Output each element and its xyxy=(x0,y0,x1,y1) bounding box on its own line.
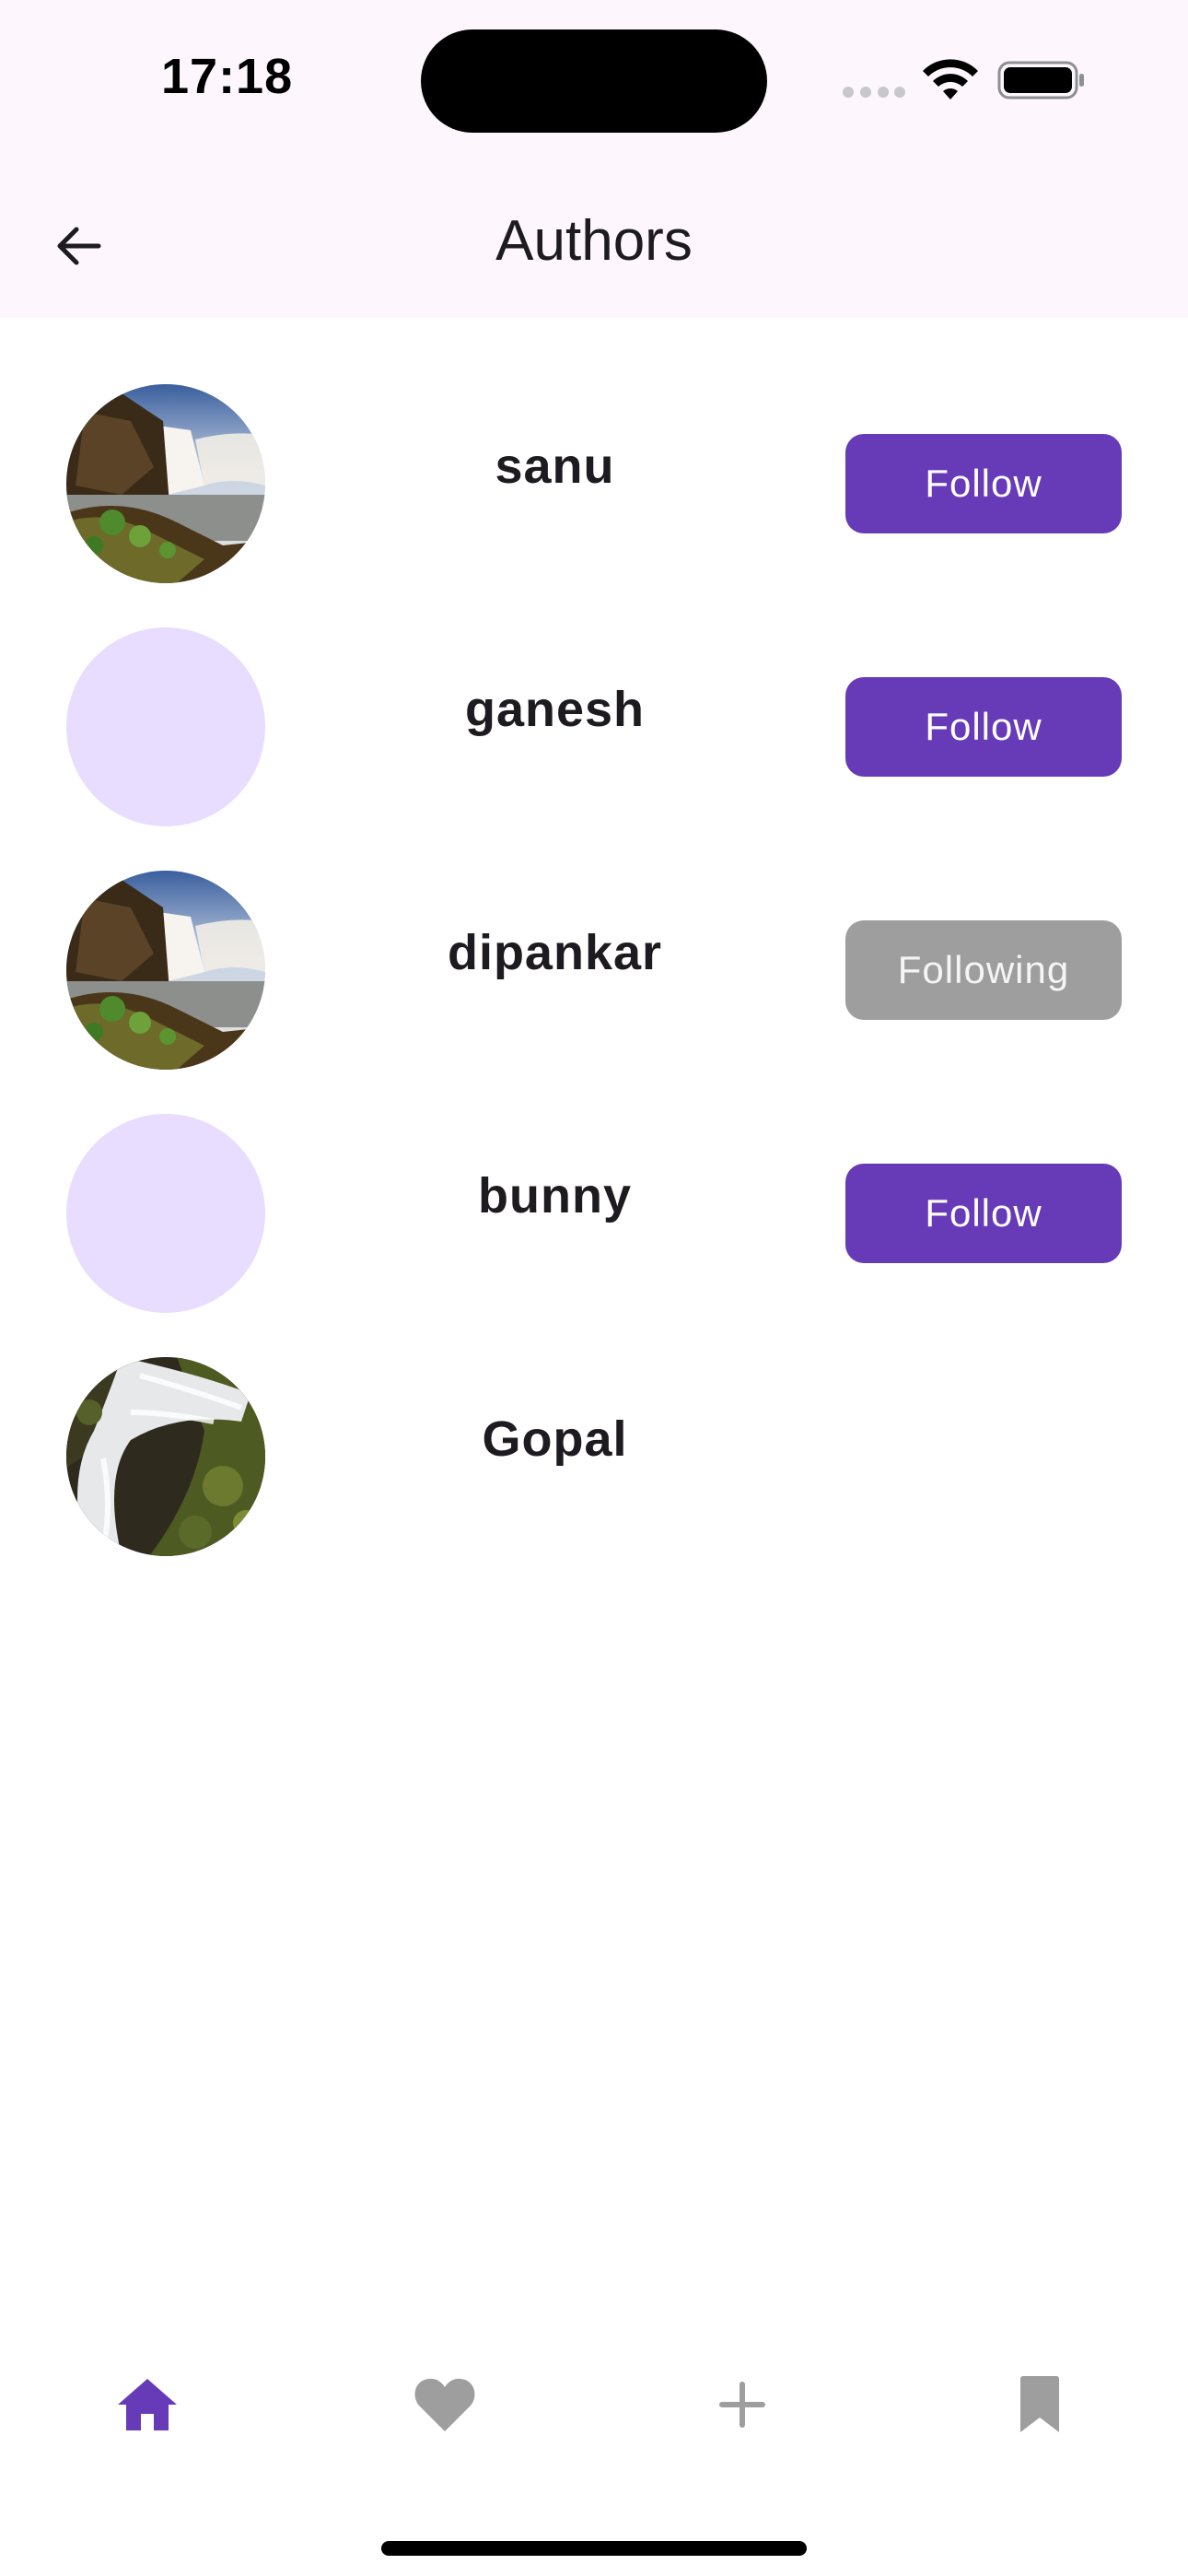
author-row: ganesh Follow xyxy=(0,561,1188,826)
waterfall-photo-image xyxy=(66,871,265,1070)
follow-button[interactable]: Follow xyxy=(845,677,1122,777)
bookmark-icon xyxy=(1020,2376,1059,2432)
author-name: dipankar xyxy=(447,925,663,980)
avatar xyxy=(66,384,265,583)
follow-button[interactable]: Follow xyxy=(845,434,1122,533)
author-name: sanu xyxy=(495,439,615,494)
cascade-photo-image xyxy=(66,1357,265,1556)
nav-saved[interactable] xyxy=(966,2331,1113,2478)
home-indicator xyxy=(381,2541,807,2556)
avatar xyxy=(66,871,265,1070)
author-list: sanu Follow ganesh Follow dipankar Follo… xyxy=(0,318,1188,1556)
dynamic-island xyxy=(421,29,767,133)
follow-button[interactable]: Follow xyxy=(845,1164,1122,1263)
bottom-navigation xyxy=(0,2331,1188,2478)
heart-icon xyxy=(414,2378,475,2431)
avatar xyxy=(66,1357,265,1556)
wifi-icon xyxy=(923,59,978,100)
cellular-signal-icon xyxy=(843,87,905,98)
home-icon xyxy=(118,2379,177,2430)
top-bar: 17:18 Authors xyxy=(0,0,1188,318)
author-name: Gopal xyxy=(482,1411,628,1467)
battery-icon xyxy=(997,61,1084,100)
waterfall-photo-image xyxy=(66,384,265,583)
page-title: Authors xyxy=(495,209,693,273)
nav-favorites[interactable] xyxy=(371,2331,518,2478)
nav-home[interactable] xyxy=(74,2331,221,2478)
author-row: sanu Follow xyxy=(0,318,1188,583)
author-row: dipankar Following xyxy=(0,804,1188,1070)
author-name: bunny xyxy=(478,1168,632,1224)
nav-add[interactable] xyxy=(669,2331,816,2478)
author-row: bunny Follow xyxy=(0,1048,1188,1313)
avatar-placeholder xyxy=(66,627,265,826)
author-name: ganesh xyxy=(464,682,646,737)
author-row: Gopal xyxy=(0,1291,1188,1556)
following-button[interactable]: Following xyxy=(845,920,1122,1020)
add-icon xyxy=(719,2382,765,2428)
avatar-placeholder xyxy=(66,1114,265,1313)
status-time: 17:18 xyxy=(161,49,294,104)
